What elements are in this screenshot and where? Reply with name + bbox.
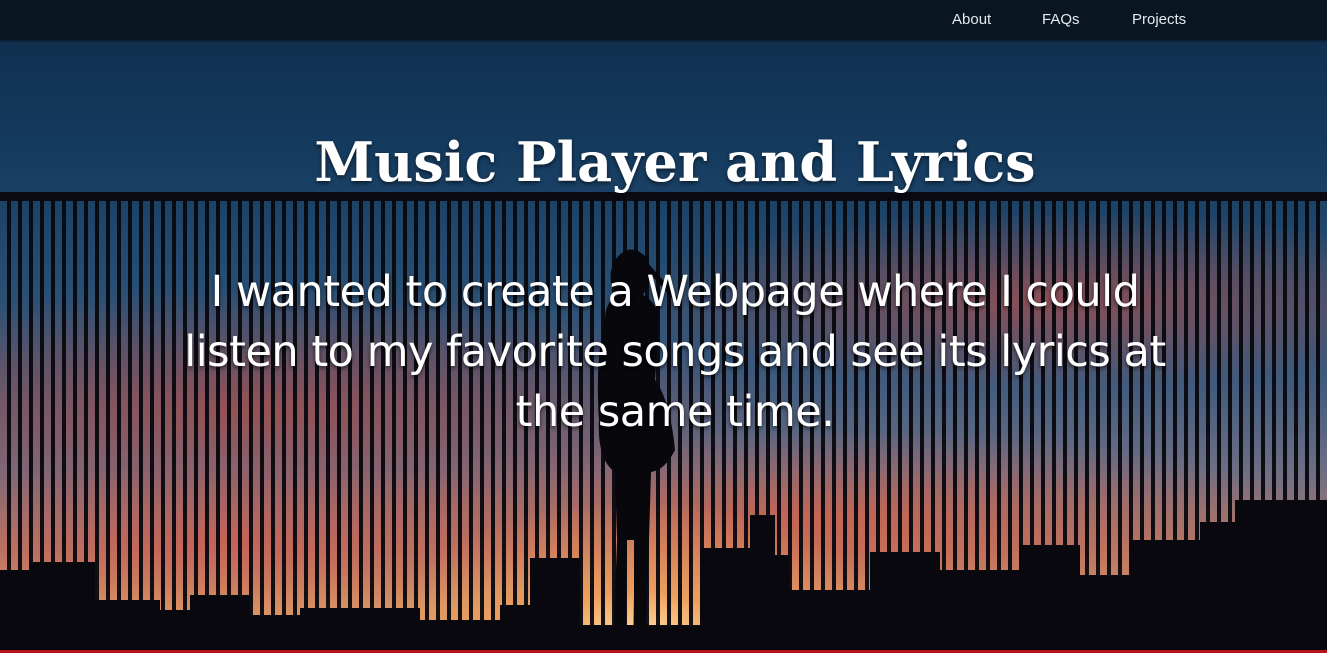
nav-link-projects[interactable]: Projects bbox=[1132, 11, 1186, 28]
hero-description: I wanted to create a Webpage where I cou… bbox=[184, 267, 1166, 437]
top-navbar: About FAQs Projects bbox=[0, 0, 1327, 40]
page: About FAQs Projects Music Player and Lyr… bbox=[0, 0, 1327, 653]
page-title: Music Player and Lyrics bbox=[314, 130, 1036, 194]
nav-link-about[interactable]: About bbox=[952, 11, 991, 28]
nav-link-faqs[interactable]: FAQs bbox=[1042, 11, 1080, 28]
city-skyline-silhouette bbox=[0, 500, 1327, 653]
